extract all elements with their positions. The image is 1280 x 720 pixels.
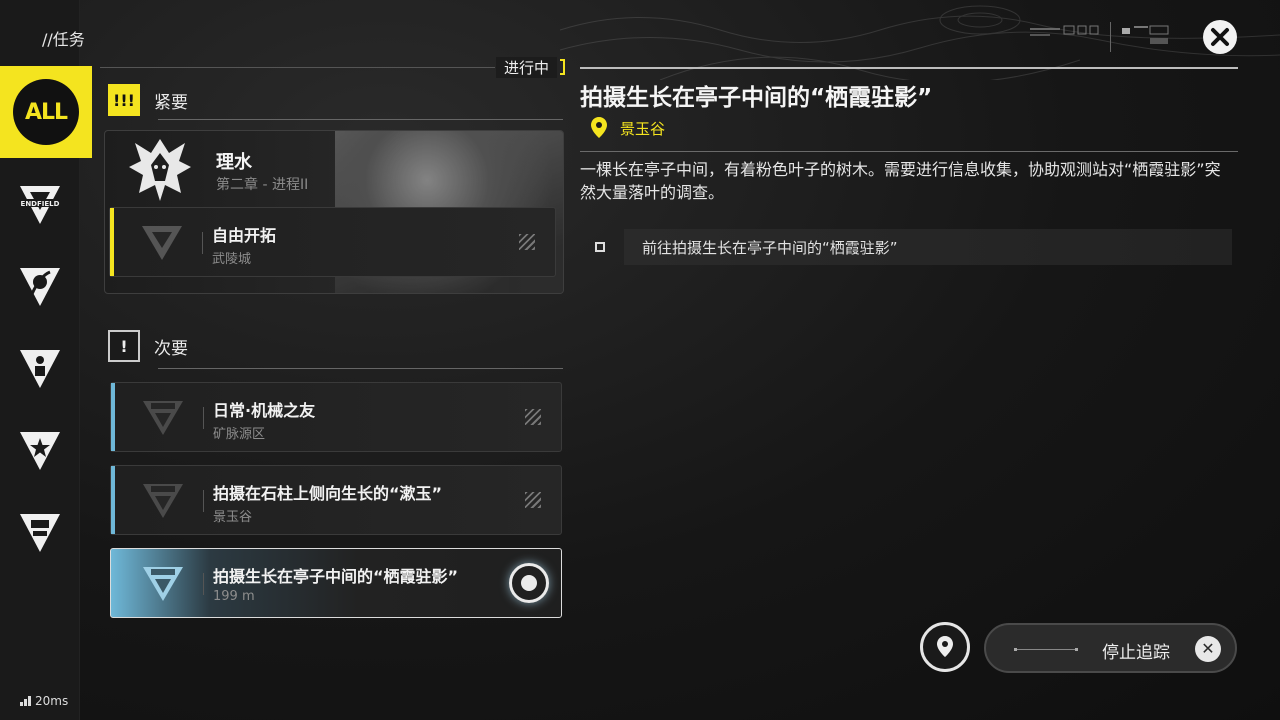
card-divider [203,573,204,595]
secondary-badge: ! [108,330,140,362]
crate-icon[interactable] [18,512,62,556]
close-icon [1211,28,1229,46]
map-location-button[interactable] [920,622,970,672]
star-icon[interactable] [18,430,62,474]
in-progress-label: 进行中 [496,57,558,78]
quest-subtitle: 武陵城 [212,252,252,267]
location-label: 景玉谷 [620,119,666,138]
quest-triangle-icon [143,484,183,518]
quest-card[interactable]: 拍摄在石柱上侧向生长的“漱玉” 景玉谷 [110,465,562,535]
quest-subtitle: 景玉谷 [213,510,253,525]
header-decoration [1030,22,1169,52]
header-divider [580,67,1238,69]
quest-card[interactable]: 日常·机械之友 矿脉源区 [110,382,562,452]
list-top-divider [100,67,495,68]
endfield-icon[interactable]: ENDFIELD [18,184,62,228]
objective-checkbox [595,242,605,252]
quest-card[interactable]: 自由开拓 武陵城 [109,207,556,277]
card-divider [202,232,203,254]
secondary-divider [158,368,563,369]
quest-title: 拍摄在石柱上侧向生长的“漱玉” [213,484,443,503]
in-progress-marker [560,59,565,75]
stop-tracking-label: 停止追踪 [1102,643,1170,663]
map-pin-icon [937,636,953,657]
swirl-icon[interactable] [18,266,62,310]
quest-type-bar [111,383,115,451]
card-divider [203,490,204,512]
quest-type-bar [111,466,115,534]
location-pin-icon [591,117,607,138]
quest-description: 一棵长在亭子中间，有着粉色叶子的树木。需要进行信息收集，协助观测站对“栖霞驻影”… [580,160,1221,202]
quest-title: 日常·机械之友 [213,401,316,420]
quest-objective: 前往拍摄生长在亭子中间的“栖霞驻影” [624,229,1232,265]
hatch-decoration [519,234,535,250]
quest-location: 景玉谷 [590,116,665,140]
quest-card-selected[interactable]: 拍摄生长在亭子中间的“栖霞驻影” 199 m [110,548,562,618]
urgent-section-header: !!! 紧要 [108,84,188,116]
urgent-label: 紧要 [154,92,188,113]
main-quest-card[interactable]: 理水 第二章 - 进程II [105,131,563,207]
page-title: //任务 [42,30,85,49]
close-circle-icon: ✕ [1195,636,1221,662]
urgent-divider [158,119,563,120]
signal-icon [20,696,31,706]
stop-tracking-button[interactable]: 停止追踪 ✕ [984,623,1237,673]
network-ping: 20ms [20,694,68,708]
quest-detail-title: 拍摄生长在亭子中间的“栖霞驻影” [580,85,933,111]
secondary-label: 次要 [154,338,188,359]
main-quest-subtitle: 第二章 - 进程II [216,177,309,193]
quest-subtitle: 矿脉源区 [213,427,266,442]
quest-triangle-icon [143,401,183,435]
quest-triangle-icon [142,226,182,260]
detail-divider [580,151,1238,152]
ping-value: 20ms [35,694,69,708]
quest-triangle-icon [143,567,183,601]
button-decoration-line [1014,648,1078,651]
close-button[interactable] [1203,20,1237,54]
hatch-decoration [525,492,541,508]
main-quest-title: 理水 [216,152,252,173]
hatch-decoration [525,409,541,425]
person-icon[interactable] [18,348,62,392]
urgent-badge: !!! [108,84,140,116]
card-divider [203,407,204,429]
quest-distance: 199 m [213,589,255,604]
tracking-target-icon[interactable] [509,563,549,603]
quest-title: 自由开拓 [212,226,277,245]
quest-type-bar [110,208,114,276]
category-all-tab[interactable]: ALL [0,66,92,158]
quest-title: 拍摄生长在亭子中间的“栖霞驻影” [213,567,459,586]
svg-text:ENDFIELD: ENDFIELD [21,200,60,208]
secondary-section-header: ! 次要 [108,330,188,362]
all-label: ALL [13,79,79,145]
dragon-emblem-icon [129,139,191,201]
